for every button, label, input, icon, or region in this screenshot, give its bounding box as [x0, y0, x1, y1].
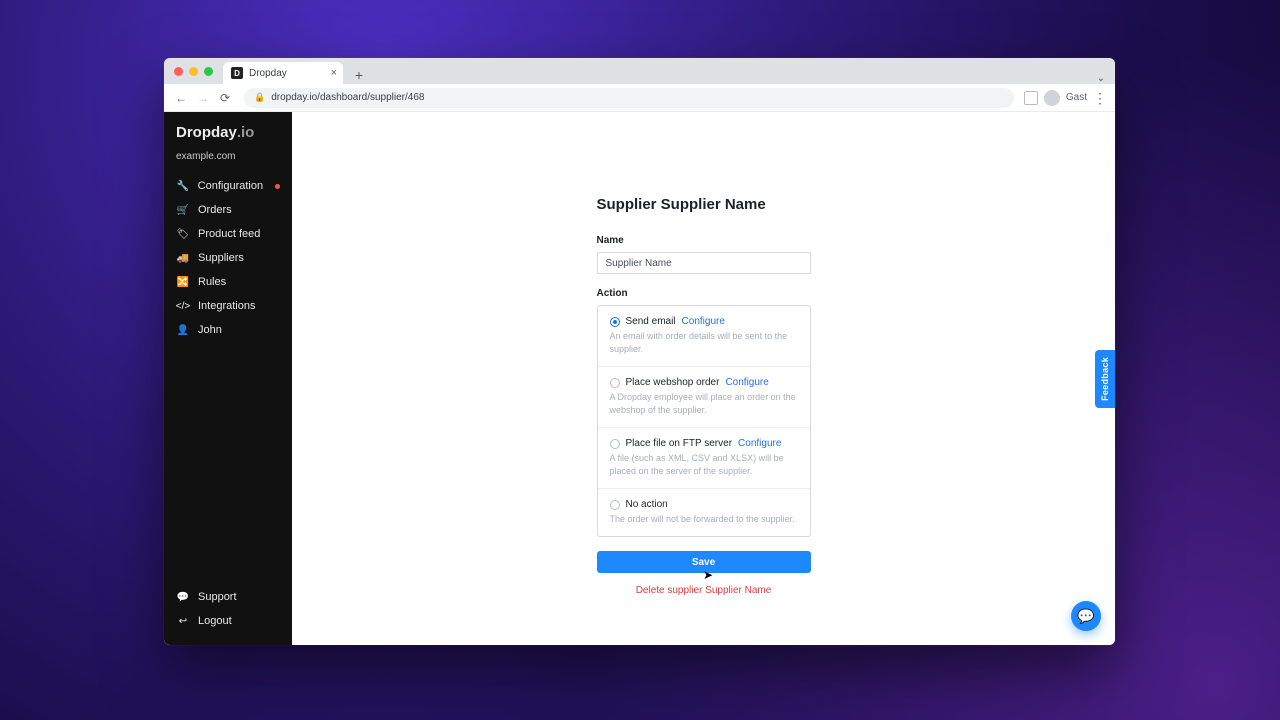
sidebar-item-orders[interactable]: 🛒 Orders	[164, 198, 292, 222]
reload-button[interactable]: ⟳	[216, 89, 234, 107]
delete-supplier-link[interactable]: Delete supplier Supplier Name	[597, 585, 811, 596]
tab-title: Dropday	[249, 68, 287, 79]
sidebar-item-label: Product feed	[198, 228, 260, 240]
address-bar[interactable]: 🔒 dropday.io/dashboard/supplier/468	[244, 88, 1014, 108]
sidebar-nav: 🔧 Configuration 🛒 Orders 🏷 Product feed 🚚 Suppl…	[164, 174, 292, 342]
sidebar-item-label: Integrations	[198, 300, 255, 312]
sidebar-item-rules[interactable]: 🔀 Rules	[164, 270, 292, 294]
action-option-1[interactable]: Place webshop order Configure A Dropday em…	[598, 367, 810, 428]
feedback-label: Feedback	[1100, 357, 1110, 401]
browser-tabstrip: D Dropday × + ⌄	[164, 58, 1115, 84]
sidebar-bottom-item-logout[interactable]: ↩ Logout	[164, 609, 292, 633]
window-maximize-icon[interactable]	[204, 67, 213, 76]
sidebar-item-john[interactable]: 👤 John	[164, 318, 292, 342]
action-option-label: Place webshop order	[626, 377, 720, 388]
page-viewport: Dropday.io example.com 🔧 Configuration 🛒 Or…	[164, 112, 1115, 645]
main-content: Supplier Supplier Name Name Action Send …	[292, 112, 1115, 645]
page-title: Supplier Supplier Name	[597, 196, 811, 213]
browser-window: D Dropday × + ⌄ ← → ⟳ 🔒 dropday.io/dashb…	[164, 58, 1115, 645]
configure-link[interactable]: Configure	[738, 438, 781, 449]
sidebar-item-label: Rules	[198, 276, 226, 288]
action-option-desc: An email with order details will be sent…	[610, 330, 798, 356]
supplier-name-input[interactable]	[597, 252, 811, 274]
action-option-0[interactable]: Send email Configure An email with order d…	[598, 306, 810, 367]
sidebar-item-label: John	[198, 324, 222, 336]
wrench-icon: 🔧	[176, 181, 190, 192]
action-radio-3[interactable]	[610, 500, 620, 510]
action-option-label: Send email	[626, 316, 676, 327]
lock-icon: 🔒	[254, 92, 265, 103]
sidebar-item-suppliers[interactable]: 🚚 Suppliers	[164, 246, 292, 270]
sidebar-item-label: Orders	[198, 204, 232, 216]
brand-main: Dropday	[176, 124, 237, 141]
chat-widget-button[interactable]: 💬	[1071, 601, 1101, 631]
tab-close-icon[interactable]: ×	[331, 67, 337, 79]
extension-icon[interactable]	[1024, 91, 1038, 105]
window-minimize-icon[interactable]	[189, 67, 198, 76]
configure-link[interactable]: Configure	[725, 377, 768, 388]
sidebar-bottom-nav: 💬 Support ↩ Logout	[164, 585, 292, 633]
browser-toolbar: ← → ⟳ 🔒 dropday.io/dashboard/supplier/46…	[164, 84, 1115, 112]
shuffle-icon: 🔀	[176, 277, 190, 288]
brand-logo[interactable]: Dropday.io	[164, 124, 292, 151]
tabs-overflow-icon[interactable]: ⌄	[1095, 73, 1107, 84]
cart-icon: 🛒	[176, 205, 190, 216]
tag-icon: 🏷	[176, 229, 190, 240]
mouse-cursor-icon: ➤	[703, 568, 713, 582]
code-icon: </>	[176, 301, 190, 312]
sidebar-bottom-item-support[interactable]: 💬 Support	[164, 585, 292, 609]
sidebar-item-integrations[interactable]: </> Integrations	[164, 294, 292, 318]
action-option-label: Place file on FTP server	[626, 438, 733, 449]
sidebar-item-configuration[interactable]: 🔧 Configuration	[164, 174, 292, 198]
action-option-desc: The order will not be forwarded to the s…	[610, 513, 798, 526]
action-option-label: No action	[626, 499, 668, 510]
sidebar: Dropday.io example.com 🔧 Configuration 🛒 Or…	[164, 112, 292, 645]
sidebar-item-product-feed[interactable]: 🏷 Product feed	[164, 222, 292, 246]
tab-favicon-icon: D	[231, 67, 243, 79]
action-option-2[interactable]: Place file on FTP server Configure A file …	[598, 428, 810, 489]
action-radio-1[interactable]	[610, 378, 620, 388]
brand-suffix: .io	[237, 124, 255, 141]
action-radio-group: Send email Configure An email with order d…	[597, 305, 811, 537]
action-radio-2[interactable]	[610, 439, 620, 449]
back-button[interactable]: ←	[172, 89, 190, 107]
new-tab-button[interactable]: +	[349, 66, 369, 84]
user-icon: 👤	[176, 325, 190, 336]
browser-tab[interactable]: D Dropday ×	[223, 62, 343, 84]
chat-icon: 💬	[1077, 608, 1094, 625]
address-text: dropday.io/dashboard/supplier/468	[271, 92, 424, 103]
name-field-label: Name	[597, 235, 811, 246]
action-option-desc: A Dropday employee will place an order o…	[610, 391, 798, 417]
sidebar-item-label: Logout	[198, 615, 232, 627]
configure-link[interactable]: Configure	[682, 316, 725, 327]
action-radio-0[interactable]	[610, 317, 620, 327]
truck-icon: 🚚	[176, 253, 190, 264]
action-option-3[interactable]: No action The order will not be forwarded…	[598, 489, 810, 536]
window-close-icon[interactable]	[174, 67, 183, 76]
feedback-tab[interactable]: Feedback	[1095, 350, 1115, 408]
site-domain-label: example.com	[164, 151, 292, 172]
profile-avatar-icon[interactable]	[1044, 90, 1060, 106]
browser-menu-icon[interactable]: ⋮	[1093, 91, 1107, 105]
chat-icon: 💬	[176, 592, 190, 603]
window-traffic-lights[interactable]	[174, 58, 213, 84]
sidebar-item-label: Support	[198, 591, 237, 603]
sidebar-item-label: Suppliers	[198, 252, 244, 264]
action-option-desc: A file (such as XML, CSV and XLSX) will …	[610, 452, 798, 478]
profile-name: Gast	[1066, 92, 1087, 103]
logout-icon: ↩	[176, 616, 190, 627]
forward-button[interactable]: →	[194, 89, 212, 107]
action-field-label: Action	[597, 288, 811, 299]
sidebar-item-label: Configuration	[198, 180, 263, 192]
